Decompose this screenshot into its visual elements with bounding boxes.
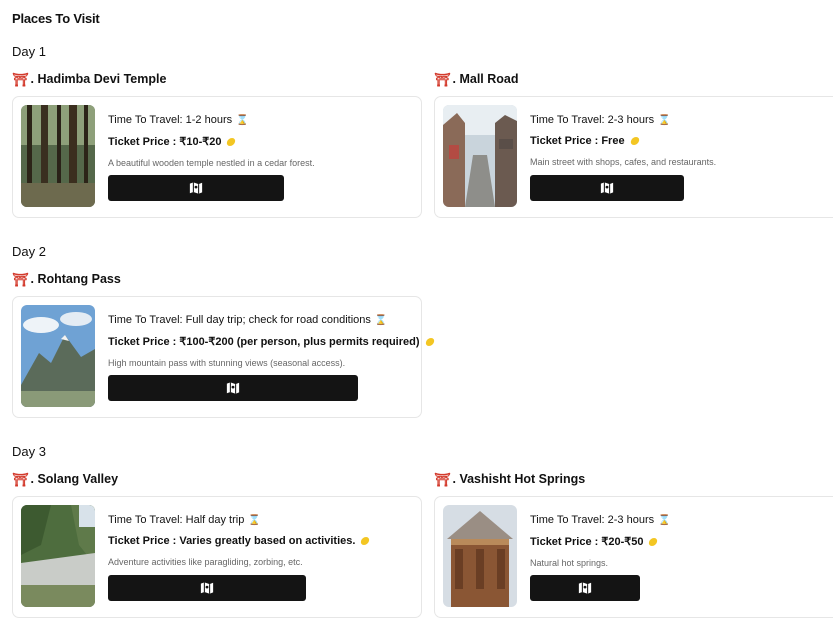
place-title: ⛩ . Mall Road [434,72,519,86]
place-title: ⛩ . Hadimba Devi Temple [12,72,166,86]
page-title: Places To Visit [12,11,100,26]
place-card: Time To Travel: Full day trip; check for… [12,296,435,418]
map-button[interactable] [108,175,284,201]
map-button[interactable] [108,375,358,401]
travel-time: Time To Travel: 1-2 hours ⌛ [108,114,249,126]
place-card: Time To Travel: 2-3 hours ⌛ Ticket Price … [434,496,833,618]
map-button[interactable] [530,175,684,201]
travel-time: Time To Travel: Full day trip; check for… [108,314,388,326]
ticket-price: Ticket Price : Free [530,135,716,147]
ticket-price: Ticket Price : Varies greatly based on a… [108,535,371,547]
place-description: A beautiful wooden temple nestled in a c… [108,158,315,168]
ticket-price: Ticket Price : ₹100-₹200 (per person, pl… [108,335,435,348]
torii-gate-icon: ⛩ [434,471,451,487]
travel-time: Time To Travel: Half day trip ⌛ [108,514,261,526]
torii-gate-icon: ⛩ [12,71,29,87]
place-name: . Solang Valley [30,472,119,486]
map-button[interactable] [108,575,306,601]
map-icon [600,182,614,194]
place-image [443,505,517,607]
place-card: Time To Travel: 2-3 hours ⌛ Ticket Price … [434,96,833,218]
place-name: . Mall Road [452,72,519,86]
hourglass-icon: ⌛ [248,514,261,526]
day-label: Day 2 [12,244,46,259]
ticket-price: Ticket Price : ₹10-₹20 [108,135,315,148]
place-description: Adventure activities like paragliding, z… [108,557,303,567]
place-name: . Vashisht Hot Springs [452,472,586,486]
ticket-price: Ticket Price : ₹20-₹50 [530,535,671,548]
hourglass-icon: ⌛ [658,514,671,526]
hourglass-icon: ⌛ [658,114,671,126]
place-description: Main street with shops, cafes, and resta… [530,157,717,167]
torii-gate-icon: ⛩ [12,471,29,487]
map-icon [200,582,214,594]
place-description: High mountain pass with stunning views (… [108,358,346,368]
travel-time: Time To Travel: 2-3 hours ⌛ [530,514,671,526]
coin-icon [648,537,659,546]
place-title: ⛩ . Vashisht Hot Springs [434,472,585,486]
place-name: . Rohtang Pass [30,272,121,286]
place-name: . Hadimba Devi Temple [30,72,167,86]
map-icon [226,382,240,394]
place-title: ⛩ . Rohtang Pass [12,272,121,286]
place-image [443,105,517,207]
torii-gate-icon: ⛩ [434,71,451,87]
map-button[interactable] [530,575,640,601]
hourglass-icon: ⌛ [374,314,388,326]
place-image [21,105,95,207]
day-label: Day 3 [12,444,46,459]
map-icon [578,582,592,594]
place-description: Natural hot springs. [530,558,609,568]
hourglass-icon: ⌛ [236,114,249,126]
torii-gate-icon: ⛩ [12,271,29,287]
place-title: ⛩ . Solang Valley [12,472,118,486]
coin-icon [424,337,435,346]
travel-time: Time To Travel: 2-3 hours ⌛ [530,114,671,126]
day-label: Day 1 [12,44,46,59]
coin-icon [629,137,640,145]
place-card: Time To Travel: Half day trip ⌛ Ticket Pr… [12,496,422,618]
coin-icon [226,137,237,146]
map-icon [189,182,203,194]
place-card: Time To Travel: 1-2 hours ⌛ Ticket Price … [12,96,422,218]
place-image [21,305,95,407]
coin-icon [360,537,371,545]
place-image [21,505,95,607]
